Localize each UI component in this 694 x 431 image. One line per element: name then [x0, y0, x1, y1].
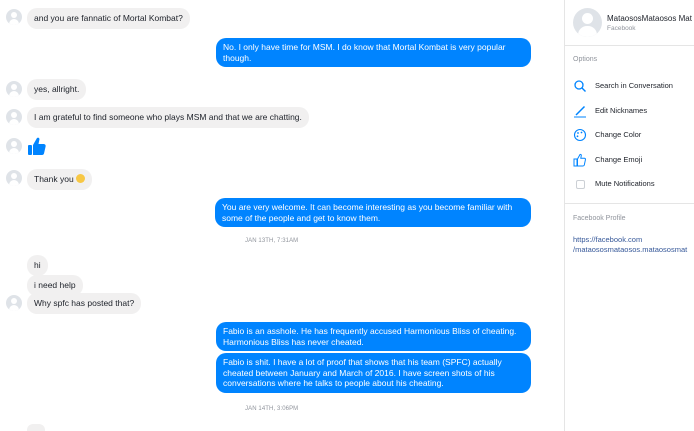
option-label: Change Color	[595, 130, 642, 139]
search-icon	[574, 80, 586, 92]
divider	[565, 45, 694, 46]
contact-avatar[interactable]	[6, 109, 22, 125]
message-incoming: Thank you	[27, 169, 92, 190]
pencil-icon	[574, 105, 586, 118]
change-color-option[interactable]: Change Color	[573, 128, 694, 142]
option-label: Search in Conversation	[595, 81, 673, 90]
message-incoming: and you are fannatic of Mortal Kombat?	[27, 8, 190, 29]
profile-name: MataososMataosos Mat	[607, 14, 692, 23]
message-incoming: yes, allright.	[27, 79, 87, 100]
edit-nicknames-option[interactable]: Edit Nicknames	[573, 104, 694, 118]
option-label: Change Emoji	[595, 155, 643, 164]
timestamp: JAN 13TH, 7:31AM	[245, 238, 299, 244]
mute-notifications-option[interactable]: Mute Notifications	[573, 177, 694, 191]
profile-link-line[interactable]: /mataososmataosos.mataososmat	[573, 245, 687, 255]
message-outgoing: Fabio is shit. I have a lot of proof tha…	[216, 353, 531, 393]
message-outgoing: No. I only have time for MSM. I do know …	[216, 38, 531, 67]
contact-avatar[interactable]	[6, 81, 22, 97]
profile-subtitle: Facebook	[607, 25, 636, 32]
palette-icon	[573, 128, 587, 142]
message-incoming: hi	[27, 255, 48, 276]
contact-avatar[interactable]	[6, 138, 22, 154]
contact-avatar[interactable]	[6, 9, 22, 25]
profile-avatar[interactable]	[573, 8, 602, 37]
message-incoming: I am grateful to find someone who plays …	[27, 107, 309, 128]
options-label: Options	[573, 56, 598, 63]
facebook-profile-label: Facebook Profile	[573, 215, 626, 222]
thumbs-up-icon	[573, 153, 586, 167]
checkbox-icon[interactable]	[573, 177, 587, 191]
contact-avatar[interactable]	[6, 170, 22, 186]
option-label: Edit Nicknames	[595, 106, 648, 115]
message-incoming	[27, 424, 45, 431]
profile-link-line[interactable]: https://facebook.com	[573, 235, 687, 245]
conversation-details-sidebar: MataososMataosos Mat Facebook Options Se…	[564, 0, 694, 431]
contact-avatar[interactable]	[6, 295, 22, 311]
message-outgoing: Fabio is an asshole. He has frequently a…	[216, 322, 531, 351]
smile-emoji-icon	[75, 174, 85, 183]
change-emoji-option[interactable]: Change Emoji	[573, 153, 694, 167]
message-text: Thank you	[34, 174, 74, 184]
divider	[565, 203, 694, 204]
facebook-profile-link[interactable]: https://facebook.com /mataososmataosos.m…	[573, 235, 687, 254]
message-outgoing: You are very welcome. It can become inte…	[215, 198, 531, 227]
message-incoming: Why spfc has posted that?	[27, 293, 142, 314]
option-label: Mute Notifications	[595, 179, 655, 188]
thumbs-up-icon	[28, 137, 46, 155]
conversation-panel: and you are fannatic of Mortal Kombat? N…	[0, 0, 564, 431]
search-in-conversation-option[interactable]: Search in Conversation	[573, 79, 694, 93]
timestamp: JAN 14TH, 3:06PM	[245, 406, 299, 412]
